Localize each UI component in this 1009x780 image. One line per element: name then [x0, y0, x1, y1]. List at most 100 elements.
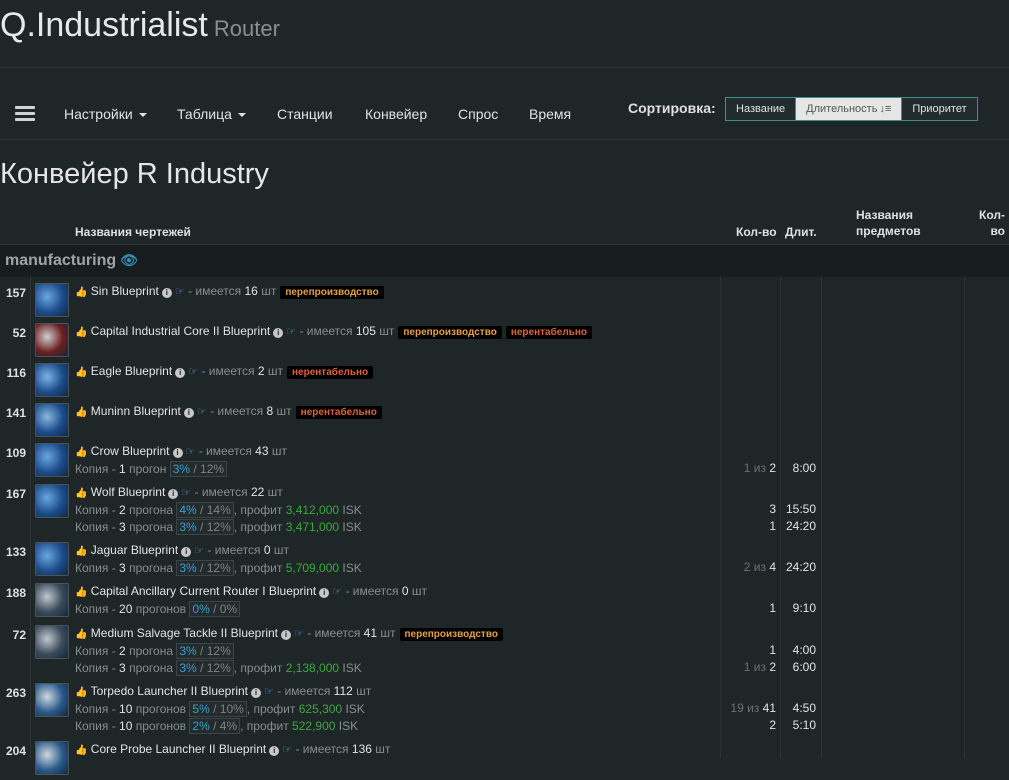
thumbs-up-icon: 👍 — [75, 327, 88, 338]
hand-icon[interactable]: ☞ — [332, 586, 342, 598]
profit-value: 522,900 — [292, 719, 336, 733]
info-icon[interactable]: i — [172, 448, 183, 458]
job-runs: 3 — [119, 561, 126, 575]
blueprint-icon[interactable] — [35, 443, 69, 477]
unit-label: шт — [271, 444, 287, 458]
blueprint-name[interactable]: Wolf Blueprint — [91, 485, 165, 499]
profit-value: 2,138,000 — [285, 661, 340, 675]
qty-total: 2 — [769, 461, 776, 475]
nav-conveyor[interactable]: Конвейер — [365, 106, 427, 122]
header-qty[interactable]: Кол-во — [736, 224, 777, 240]
hand-icon[interactable]: ☞ — [194, 545, 204, 557]
have-label: - имеется — [299, 324, 353, 338]
nav-demand[interactable]: Спрос — [458, 106, 498, 122]
job-line: Копия - 2 прогона 3% / 12% — [75, 643, 234, 659]
blueprint-icon[interactable] — [35, 323, 69, 357]
currency-label: ISK — [342, 503, 362, 517]
chevron-down-icon — [138, 113, 147, 118]
header-blueprints[interactable]: Названия чертежей — [75, 224, 191, 240]
nav-stations[interactable]: Станции — [277, 106, 333, 122]
nav-table[interactable]: Таблица — [177, 106, 246, 122]
blueprint-name[interactable]: Core Probe Launcher II Blueprint — [91, 742, 266, 756]
blueprint-name[interactable]: Torpedo Launcher II Blueprint — [91, 684, 248, 698]
row-number: 133 — [5, 545, 26, 559]
blueprint-icon[interactable] — [35, 363, 69, 397]
material-efficiency: 3% — [179, 520, 197, 534]
blueprint-line: 👍 Capital Ancillary Current Router I Blu… — [75, 584, 427, 598]
sort-by-priority-button[interactable]: Приоритет — [902, 97, 978, 121]
job-runs: 10 — [119, 719, 133, 733]
info-icon[interactable]: i — [183, 408, 194, 418]
blueprint-icon[interactable] — [35, 542, 69, 576]
blueprint-icon[interactable] — [35, 403, 69, 437]
blueprint-icon[interactable] — [35, 741, 69, 775]
header-products-qty[interactable]: Кол-во — [976, 207, 1005, 239]
job-prefix: Копия - — [75, 602, 116, 616]
info-icon[interactable]: i — [281, 630, 292, 640]
blueprint-icon[interactable] — [35, 484, 69, 518]
blueprint-name[interactable]: Capital Industrial Core II Blueprint — [91, 324, 270, 338]
unit-label: шт — [375, 742, 391, 756]
blueprint-icon[interactable] — [35, 283, 69, 317]
hand-icon[interactable]: ☞ — [175, 286, 185, 298]
hand-icon[interactable]: ☞ — [294, 628, 304, 640]
sort-button-group: Название Длительность ↓≡ Приоритет — [725, 97, 978, 121]
profit-value: 5,709,000 — [285, 561, 340, 575]
blueprint-name[interactable]: Jaguar Blueprint — [91, 543, 178, 557]
info-icon[interactable]: i — [168, 489, 179, 499]
nav-time[interactable]: Время — [529, 106, 571, 122]
job-runs-word: прогонов — [135, 602, 187, 616]
have-count: 0 — [401, 584, 409, 598]
nav-settings[interactable]: Настройки — [64, 106, 147, 122]
blueprint-icon[interactable] — [35, 683, 69, 717]
info-icon[interactable]: i — [273, 328, 284, 338]
blueprint-name[interactable]: Eagle Blueprint — [91, 364, 172, 378]
blueprint-icon[interactable] — [35, 625, 69, 659]
efficiency-box: 3% / 12% — [176, 643, 234, 659]
info-icon[interactable]: i — [269, 746, 280, 756]
header-products[interactable]: Названия предметов — [856, 207, 921, 239]
hand-icon[interactable]: ☞ — [188, 366, 198, 378]
job-prefix: Копия - — [75, 719, 116, 733]
unit-label: шт — [380, 626, 396, 640]
hand-icon[interactable]: ☞ — [186, 446, 196, 458]
info-icon[interactable]: i — [181, 547, 192, 557]
hand-icon[interactable]: ☞ — [282, 744, 292, 756]
blueprint-name[interactable]: Capital Ancillary Current Router I Bluep… — [91, 584, 316, 598]
table-row: 188 👍 Capital Ancillary Current Router I … — [0, 580, 1009, 622]
blueprint-name[interactable]: Medium Salvage Tackle II Blueprint — [91, 626, 278, 640]
job-runs: 2 — [119, 644, 126, 658]
unit-label: шт — [276, 404, 292, 418]
job-prefix: Копия - — [75, 702, 116, 716]
currency-label: ISK — [342, 520, 362, 534]
thumbs-up-icon: 👍 — [75, 287, 88, 298]
job-prefix: Копия - — [75, 661, 116, 675]
have-label: - имеется — [307, 626, 361, 640]
blueprint-name[interactable]: Sin Blueprint — [91, 284, 159, 298]
blueprint-name[interactable]: Crow Blueprint — [91, 444, 170, 458]
blueprint-name[interactable]: Muninn Blueprint — [91, 404, 181, 418]
divider — [0, 67, 1009, 68]
sort-by-name-button[interactable]: Название — [725, 97, 797, 121]
info-icon[interactable]: i — [175, 368, 186, 378]
brand[interactable]: Q.Industrialist Router — [0, 6, 280, 45]
job-quantity: 2 из 4 — [720, 560, 776, 574]
job-duration: 8:00 — [792, 461, 816, 475]
time-efficiency: 4% — [219, 719, 238, 733]
info-icon[interactable]: i — [319, 588, 330, 598]
info-icon[interactable]: i — [251, 688, 262, 698]
hand-icon[interactable]: ☞ — [181, 487, 191, 499]
hand-icon[interactable]: ☞ — [197, 406, 207, 418]
brand-subtitle: Router — [213, 16, 280, 41]
header-duration[interactable]: Длит. — [785, 224, 817, 240]
blueprint-icon[interactable] — [35, 583, 69, 617]
table-row: 72 👍 Medium Salvage Tackle II Blueprint i ☞… — [0, 622, 1009, 680]
info-icon[interactable]: i — [161, 288, 172, 298]
hand-icon[interactable]: ☞ — [264, 686, 274, 698]
material-efficiency: 3% — [172, 462, 191, 476]
profit-label: , профит — [233, 661, 283, 675]
menu-icon[interactable] — [15, 106, 35, 122]
eye-icon[interactable]: 👁 — [120, 252, 138, 268]
sort-by-duration-button[interactable]: Длительность ↓≡ — [796, 97, 903, 121]
hand-icon[interactable]: ☞ — [286, 326, 296, 338]
